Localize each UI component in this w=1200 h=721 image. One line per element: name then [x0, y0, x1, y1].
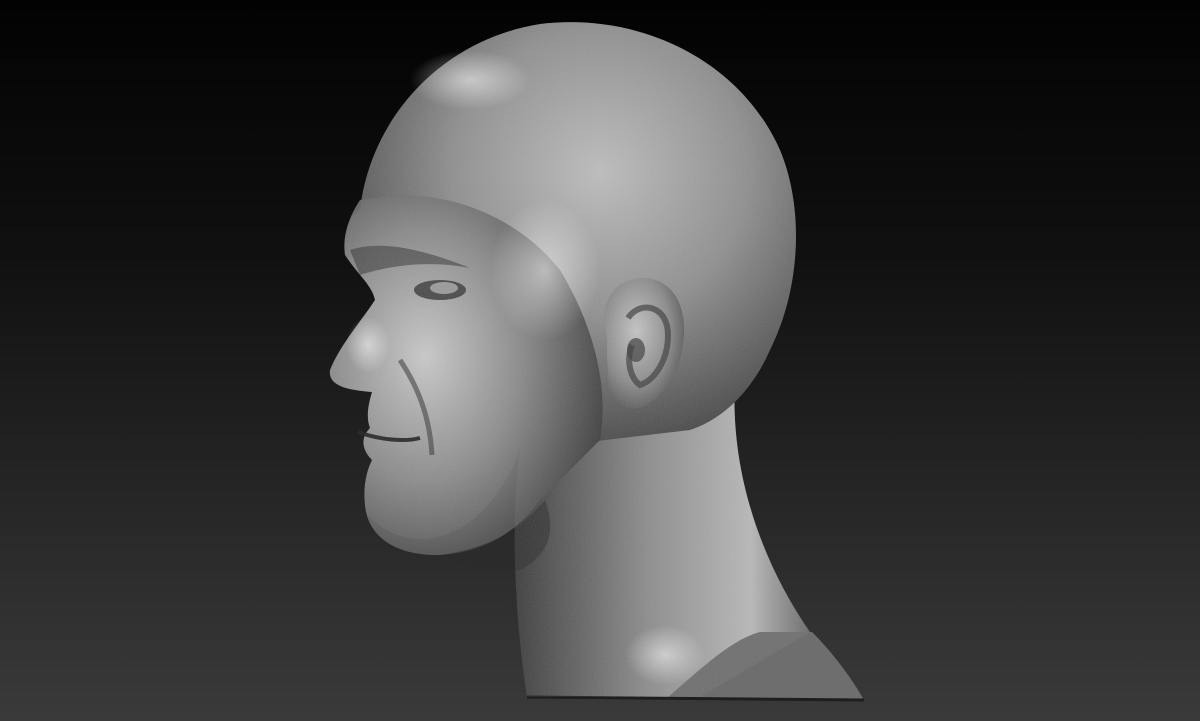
sculpted-head [329, 22, 865, 702]
sculpt-viewport[interactable] [0, 0, 1200, 721]
